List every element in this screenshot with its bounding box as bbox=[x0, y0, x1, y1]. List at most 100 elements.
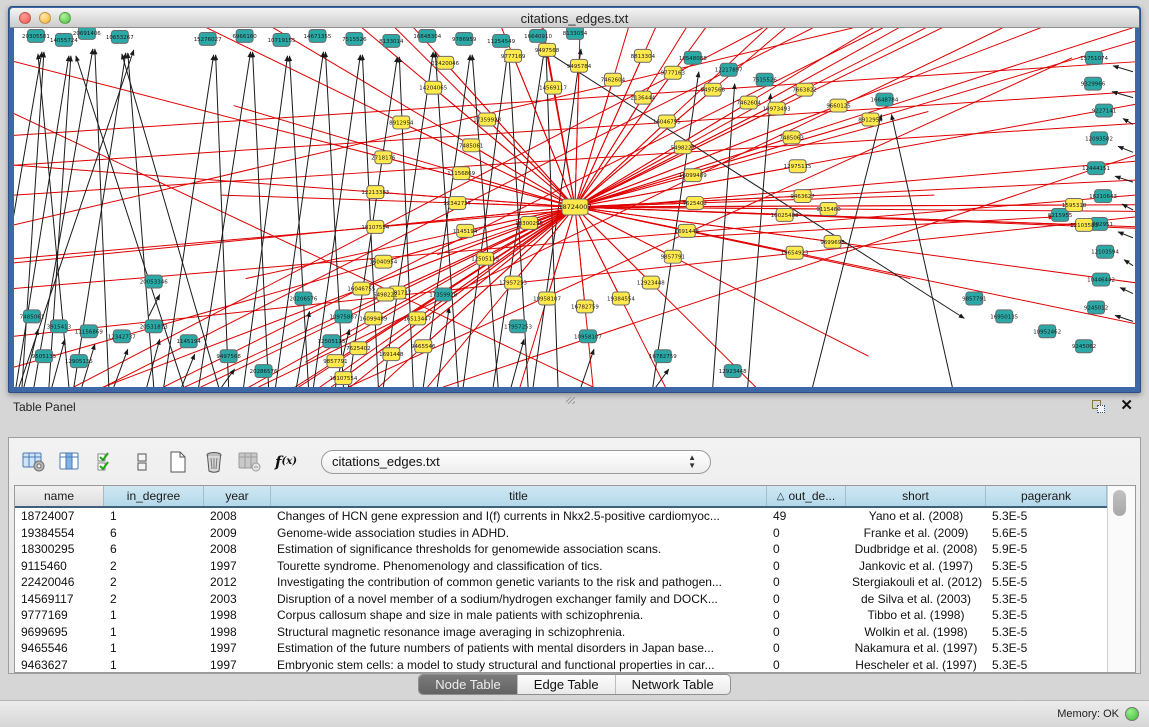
table-row[interactable]: 2242004622012Investigating the contribut… bbox=[15, 574, 1107, 591]
graph-node[interactable]: 20305581 bbox=[22, 29, 50, 42]
row-height-icon[interactable] bbox=[127, 447, 157, 477]
graph-node[interactable]: 19384554 bbox=[607, 292, 635, 305]
table-row[interactable]: 911546021997Tourette syndrome. Phenomeno… bbox=[15, 558, 1107, 575]
table-row[interactable]: 946362711997Embryonic stem cells: a mode… bbox=[15, 657, 1107, 674]
panel-resize-grip[interactable] bbox=[566, 397, 575, 404]
graph-node[interactable]: 9777169 bbox=[501, 49, 526, 62]
graph-node[interactable]: 8813304 bbox=[631, 49, 656, 62]
graph-node[interactable]: 19654923 bbox=[781, 246, 809, 259]
graph-node[interactable]: 20531813 bbox=[140, 320, 168, 333]
graph-node[interactable]: 9497568 bbox=[535, 43, 560, 56]
table-row[interactable]: 969969511998Structural magnetic resonanc… bbox=[15, 624, 1107, 641]
graph-node[interactable]: 10719155 bbox=[268, 33, 296, 46]
graph-node[interactable]: 9245012 bbox=[1084, 301, 1108, 314]
graph-node[interactable]: 7515526 bbox=[342, 32, 367, 45]
graph-node[interactable]: 10548088 bbox=[679, 51, 707, 64]
graph-node[interactable]: 12342737 bbox=[108, 330, 136, 343]
graph-node[interactable]: 16210643 bbox=[1089, 190, 1117, 203]
graph-node[interactable]: 9699695 bbox=[820, 235, 844, 248]
select-checks-icon[interactable] bbox=[91, 447, 121, 477]
graph-node[interactable]: 7625402 bbox=[346, 342, 370, 355]
float-panel-icon[interactable] bbox=[1092, 400, 1105, 413]
graph-node[interactable]: 12093582 bbox=[1085, 132, 1113, 145]
column-header[interactable]: name bbox=[15, 486, 104, 506]
table-vertical-scrollbar[interactable] bbox=[1107, 486, 1135, 672]
graph-node[interactable]: 12213383 bbox=[361, 186, 389, 199]
column-header[interactable]: pagerank bbox=[986, 486, 1107, 506]
graph-node[interactable]: 9227141 bbox=[1092, 104, 1116, 117]
graph-node[interactable]: 7485061 bbox=[20, 310, 44, 323]
graph-node[interactable]: 7462604 bbox=[736, 96, 761, 109]
graph-node[interactable]: 16046755 bbox=[653, 115, 681, 128]
graph-node[interactable]: 7663822 bbox=[792, 83, 816, 96]
column-header[interactable]: △out_de... bbox=[767, 486, 846, 506]
graph-node[interactable]: 12923448 bbox=[637, 276, 665, 289]
column-header[interactable]: year bbox=[204, 486, 271, 506]
tab-node-table[interactable]: Node Table bbox=[419, 675, 518, 694]
graph-node[interactable]: 14569117 bbox=[539, 81, 567, 94]
graph-node[interactable]: 5498222 bbox=[671, 141, 695, 154]
graph-node[interactable]: 1595318 bbox=[1062, 199, 1087, 212]
graph-node[interactable]: 16782759 bbox=[649, 350, 677, 363]
table-mode-icon[interactable] bbox=[19, 447, 49, 477]
graph-node[interactable]: 18724007 bbox=[558, 199, 591, 215]
graph-node[interactable]: 9463627 bbox=[790, 190, 815, 203]
graph-node[interactable]: 9497568 bbox=[701, 83, 726, 96]
graph-node[interactable]: 15751074 bbox=[1080, 51, 1108, 64]
graph-node[interactable]: 12923448 bbox=[719, 365, 747, 378]
graph-node[interactable]: 9857791 bbox=[962, 292, 986, 305]
table-row[interactable]: 977716911998Corpus callosum shape and si… bbox=[15, 607, 1107, 624]
graph-node[interactable]: 10958107 bbox=[574, 330, 602, 343]
column-header[interactable]: in_degree bbox=[104, 486, 204, 506]
network-canvas[interactable]: 2030558114055724206914061065326715276027… bbox=[14, 28, 1135, 387]
graph-node[interactable]: 18107554 bbox=[329, 372, 357, 385]
new-column-icon[interactable] bbox=[163, 447, 193, 477]
graph-node[interactable]: 7485063 bbox=[779, 131, 804, 144]
graph-node[interactable]: 9786959 bbox=[452, 32, 477, 45]
close-panel-icon[interactable]: ✕ bbox=[1120, 398, 1133, 414]
graph-node[interactable]: 14671355 bbox=[304, 29, 332, 42]
graph-node[interactable]: 9505135 bbox=[32, 350, 56, 363]
window-titlebar[interactable]: citations_edges.txt bbox=[10, 8, 1139, 28]
graph-node[interactable]: 16099489 bbox=[359, 312, 387, 325]
graph-node[interactable]: 18107554 bbox=[361, 220, 389, 233]
graph-node[interactable]: 17957253 bbox=[499, 276, 527, 289]
tab-network-table[interactable]: Network Table bbox=[616, 675, 730, 694]
graph-node[interactable]: 7485061 bbox=[459, 139, 483, 152]
graph-node[interactable]: 10958107 bbox=[533, 292, 561, 305]
graph-node[interactable]: 16640910 bbox=[524, 29, 552, 42]
graph-node[interactable]: 9329966 bbox=[1081, 77, 1106, 90]
graph-node[interactable]: 9857791 bbox=[661, 250, 685, 263]
graph-node[interactable]: 8133054 bbox=[563, 28, 588, 39]
graph-node[interactable]: 9495784 bbox=[567, 59, 592, 72]
function-builder-icon[interactable]: f(x) bbox=[271, 447, 301, 477]
memory-ok-icon[interactable] bbox=[1125, 707, 1139, 721]
graph-node[interactable]: 7515526 bbox=[752, 73, 777, 86]
graph-node[interactable]: 16782759 bbox=[571, 300, 599, 313]
table-row[interactable]: 1872400712008Changes of HCN gene express… bbox=[15, 508, 1107, 525]
graph-node[interactable]: 1691448 bbox=[379, 348, 404, 361]
graph-node[interactable]: 8133014 bbox=[379, 34, 404, 47]
graph-node[interactable]: 16513447 bbox=[403, 312, 431, 325]
table-row[interactable]: 1938455462009Genome-wide association stu… bbox=[15, 525, 1107, 542]
graph-node[interactable]: 9115460 bbox=[816, 203, 841, 216]
graph-node[interactable]: 9857791 bbox=[323, 355, 347, 368]
graph-node[interactable]: 9497568 bbox=[216, 350, 241, 363]
show-column-icon[interactable] bbox=[55, 447, 85, 477]
table-selector-dropdown[interactable]: citations_edges.txt ▲▼ bbox=[321, 450, 711, 474]
graph-node[interactable]: 1145194 bbox=[176, 335, 201, 348]
network-view-window[interactable]: citations_edges.txt 20305581140557242069… bbox=[8, 6, 1141, 393]
table-row[interactable]: 1456911722003Disruption of a novel membe… bbox=[15, 591, 1107, 608]
delete-column-icon[interactable] bbox=[199, 447, 229, 477]
graph-node[interactable]: 20053346 bbox=[140, 275, 168, 288]
graph-node[interactable]: 9465546 bbox=[411, 340, 436, 353]
graph-node[interactable]: 10952462 bbox=[1033, 325, 1061, 338]
graph-node[interactable]: 9245062 bbox=[1072, 340, 1096, 353]
graph-node[interactable]: 20206576 bbox=[290, 292, 318, 305]
graph-node[interactable]: 12975115 bbox=[784, 160, 812, 173]
table-row[interactable]: 946554611997Estimation of the future num… bbox=[15, 640, 1107, 657]
graph-node[interactable]: 6966160 bbox=[232, 29, 257, 42]
graph-node[interactable]: 11156869 bbox=[447, 167, 475, 180]
graph-node[interactable]: 10975887 bbox=[329, 310, 357, 323]
graph-node[interactable]: 14204065 bbox=[419, 81, 447, 94]
